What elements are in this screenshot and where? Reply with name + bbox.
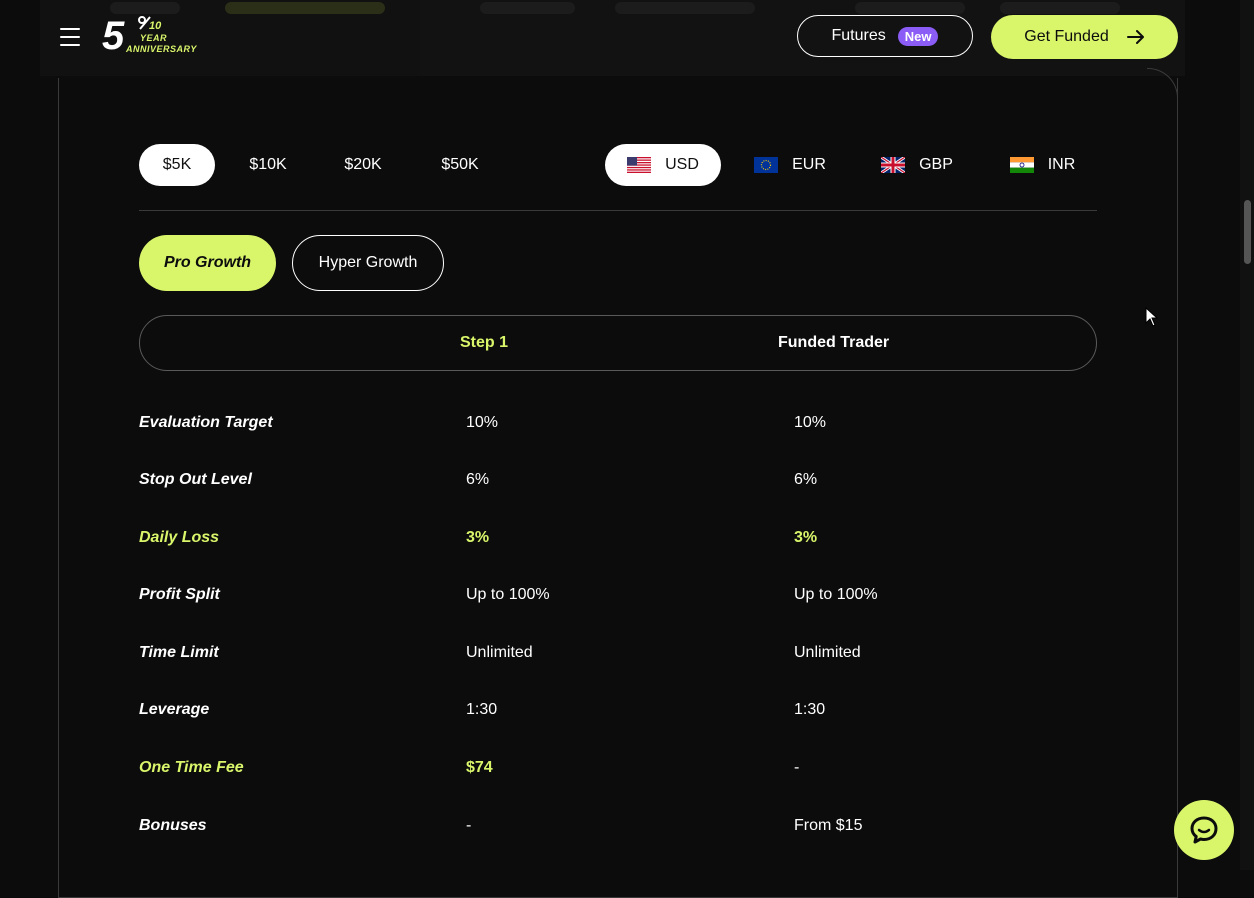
ghost-bar <box>855 2 965 14</box>
currency-tab-usd[interactable]: USD <box>605 144 721 186</box>
us-flag-icon <box>627 157 652 173</box>
table-row: Profit Split Up to 100% Up to 100% <box>139 586 1097 610</box>
row-funded-value: 10% <box>794 414 827 431</box>
size-tab-label: $10K <box>249 156 287 173</box>
row-step1-value: 10% <box>466 414 499 431</box>
ghost-bar <box>480 2 575 14</box>
size-tab-20k[interactable]: $20K <box>326 144 400 186</box>
table-row: Stop Out Level 6% 6% <box>139 471 1097 495</box>
size-tab-label: $50K <box>441 156 479 173</box>
currency-label: GBP <box>919 156 953 173</box>
row-step1-value: Up to 100% <box>466 586 550 603</box>
page-scrollbar[interactable] <box>1240 0 1254 870</box>
row-funded-value: 6% <box>794 471 818 488</box>
row-step1-value: 3% <box>466 529 490 546</box>
table-row: Bonuses - From $15 <box>139 817 1097 841</box>
row-label: Evaluation Target <box>139 414 273 431</box>
chat-bubble-icon <box>1190 816 1218 844</box>
row-step1-value: $74 <box>466 759 493 776</box>
section-divider <box>139 210 1097 211</box>
logo-five: 5 <box>102 14 124 58</box>
ghost-bar <box>225 2 385 14</box>
arrow-right-icon <box>1126 30 1144 44</box>
currency-tab-inr[interactable]: INR <box>995 144 1090 186</box>
row-label: Stop Out Level <box>139 471 252 488</box>
table-row: Leverage 1:30 1:30 <box>139 701 1097 725</box>
row-step1-value: 1:30 <box>466 701 498 718</box>
futures-button[interactable]: Futures New <box>797 15 973 57</box>
table-row: Time Limit Unlimited Unlimited <box>139 644 1097 668</box>
table-row: Evaluation Target 10% 10% <box>139 414 1097 438</box>
row-label: Bonuses <box>139 817 207 834</box>
row-label: One Time Fee <box>139 759 244 776</box>
menu-icon-line <box>60 44 80 46</box>
ghost-bar <box>1000 2 1120 14</box>
site-header: 5 10 YEAR ANNIVERSARY Futures New Get Fu… <box>0 0 1240 78</box>
size-tab-label: $20K <box>344 156 382 173</box>
tab-funded-trader[interactable]: Funded Trader <box>778 334 889 352</box>
row-funded-value: - <box>794 759 800 776</box>
currency-label: USD <box>665 156 699 173</box>
get-funded-label: Get Funded <box>1024 28 1109 45</box>
row-label: Daily Loss <box>139 529 220 546</box>
table-row: One Time Fee $74 - <box>139 759 1097 783</box>
logo-ten: 10 <box>149 20 162 32</box>
futures-label: Futures <box>831 27 886 44</box>
anniversary-logo[interactable]: 5 10 YEAR ANNIVERSARY <box>102 14 206 62</box>
step-tabs: Step 1 Funded Trader <box>139 315 1097 371</box>
plan-pro-growth[interactable]: Pro Growth <box>139 235 276 291</box>
plan-hyper-growth[interactable]: Hyper Growth <box>292 235 444 291</box>
logo-anniversary: ANNIVERSARY <box>126 44 197 54</box>
size-tab-50k[interactable]: $50K <box>422 144 498 186</box>
row-step1-value: - <box>466 817 472 834</box>
chat-button[interactable] <box>1174 800 1234 860</box>
plan-label: Pro Growth <box>163 254 252 271</box>
ghost-bar <box>110 2 180 14</box>
row-step1-value: 6% <box>466 471 490 488</box>
get-funded-button[interactable]: Get Funded <box>991 15 1178 59</box>
row-label: Leverage <box>139 701 210 718</box>
row-funded-value: 1:30 <box>794 701 826 718</box>
eu-flag-icon <box>754 157 779 173</box>
mouse-cursor-icon <box>1145 307 1159 327</box>
uk-flag-icon <box>881 157 906 173</box>
currency-label: EUR <box>792 156 826 173</box>
tab-step-1[interactable]: Step 1 <box>460 334 508 352</box>
india-flag-icon <box>1009 157 1034 173</box>
ghost-bar <box>615 2 755 14</box>
row-funded-value: Unlimited <box>794 644 861 661</box>
header-ghost-left <box>40 0 420 76</box>
currency-tab-eur[interactable]: EUR <box>740 144 840 186</box>
menu-icon-line <box>60 36 80 38</box>
table-row: Daily Loss 3% 3% <box>139 529 1097 553</box>
row-funded-value: From $15 <box>794 817 863 834</box>
row-label: Time Limit <box>139 644 219 661</box>
size-tab-5k[interactable]: $5K <box>139 144 215 186</box>
size-tab-10k[interactable]: $10K <box>232 144 304 186</box>
row-step1-value: Unlimited <box>466 644 533 661</box>
menu-icon[interactable] <box>60 28 80 46</box>
row-funded-value: Up to 100% <box>794 586 878 603</box>
menu-icon-line <box>60 28 80 30</box>
currency-label: INR <box>1047 156 1076 173</box>
currency-tab-gbp[interactable]: GBP <box>866 144 968 186</box>
row-funded-value: 3% <box>794 529 818 546</box>
size-tab-label: $5K <box>162 156 192 173</box>
scrollbar-thumb[interactable] <box>1244 200 1251 264</box>
logo-year: YEAR <box>140 33 168 43</box>
plan-label: Hyper Growth <box>318 254 418 271</box>
new-badge: New <box>897 26 939 46</box>
row-label: Profit Split <box>139 586 220 603</box>
